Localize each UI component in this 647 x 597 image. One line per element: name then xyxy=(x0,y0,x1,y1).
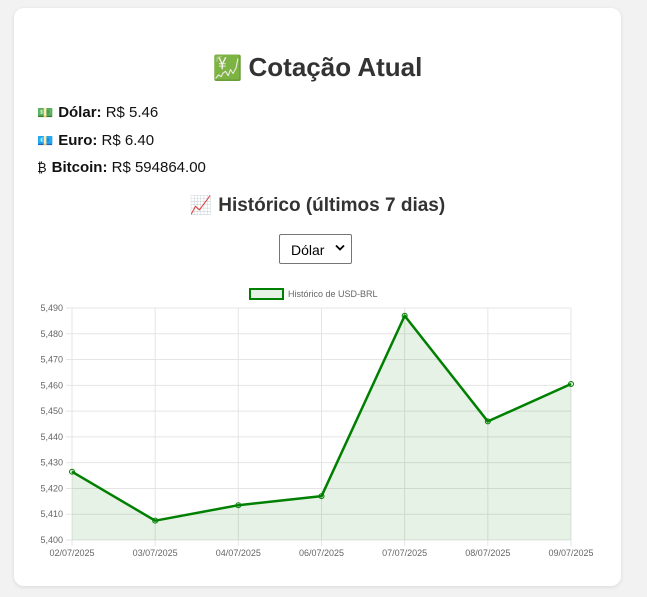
y-tick-label: 5,400 xyxy=(40,535,63,545)
y-tick-label: 5,440 xyxy=(40,432,63,442)
y-tick-label: 5,410 xyxy=(40,509,63,519)
legend-swatch xyxy=(249,288,284,300)
data-point xyxy=(152,517,159,524)
y-tick-label: 5,450 xyxy=(40,406,63,416)
y-tick-label: 5,490 xyxy=(40,303,63,313)
x-tick-label: 08/07/2025 xyxy=(465,548,510,558)
data-point xyxy=(484,418,491,425)
data-point xyxy=(235,502,242,509)
y-tick-label: 5,470 xyxy=(40,355,63,365)
data-point xyxy=(401,312,408,319)
y-tick-label: 5,420 xyxy=(40,483,63,493)
x-tick-label: 02/07/2025 xyxy=(49,548,94,558)
data-point xyxy=(568,381,574,388)
x-tick-label: 09/07/2025 xyxy=(548,548,593,558)
data-point xyxy=(318,493,325,500)
x-tick-label: 06/07/2025 xyxy=(299,548,344,558)
x-tick-label: 04/07/2025 xyxy=(216,548,261,558)
y-tick-label: 5,480 xyxy=(40,329,63,339)
data-point xyxy=(69,468,75,475)
history-chart: 5,490 5,480 5,470 5,460 5,450 5,440 5,430 5,420… xyxy=(40,288,594,558)
quote-card: 💹 Cotação Atual 💵 Dólar: R$ 5.46 💶 Euro: R$… xyxy=(14,8,621,586)
x-tick-label: 03/07/2025 xyxy=(133,548,178,558)
y-tick-label: 5,460 xyxy=(40,380,63,390)
y-tick-label: 5,430 xyxy=(40,458,63,468)
x-tick-label: 07/07/2025 xyxy=(382,548,427,558)
legend-label: Histórico de USD-BRL xyxy=(288,289,378,299)
